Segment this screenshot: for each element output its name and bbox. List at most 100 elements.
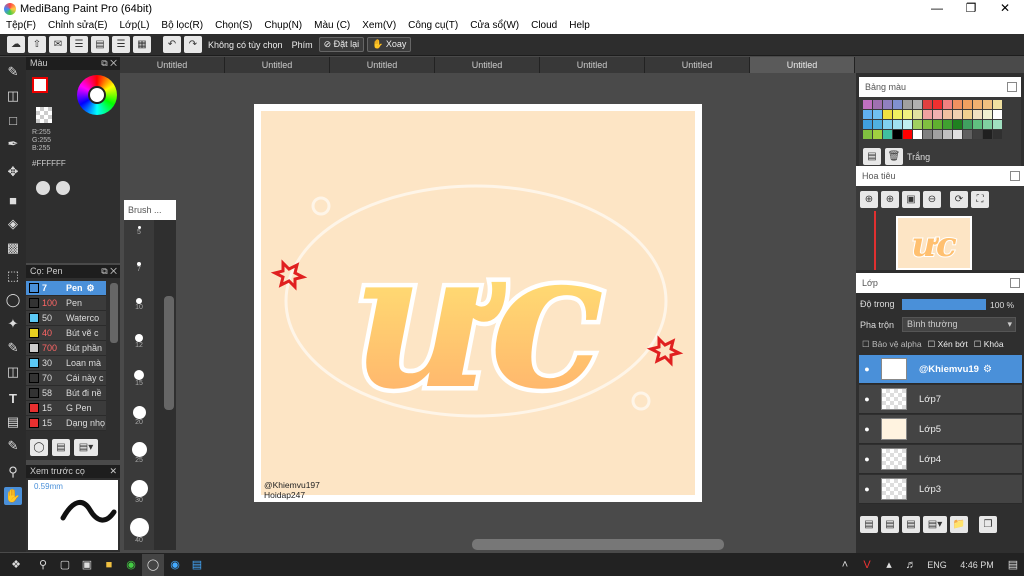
grid-icon[interactable]: ▦	[133, 36, 151, 53]
color-swatch[interactable]	[943, 130, 952, 139]
color-swatch[interactable]	[993, 100, 1002, 109]
color-swatch[interactable]	[863, 100, 872, 109]
zoom-in-icon[interactable]: ⊕	[881, 191, 899, 208]
color-swatch[interactable]	[933, 120, 942, 129]
menu-tools[interactable]: Công cụ(T)	[402, 20, 464, 31]
tab-document-active[interactable]: Untitled	[750, 57, 855, 73]
medibang-icon[interactable]: ◯	[142, 553, 164, 576]
color-swatch[interactable]	[943, 110, 952, 119]
photos-icon[interactable]: ▤	[186, 554, 208, 576]
color-swatch[interactable]	[963, 130, 972, 139]
color-swatch[interactable]	[973, 120, 982, 129]
upload-icon[interactable]: ⇧	[28, 36, 46, 53]
color-swatch[interactable]	[923, 100, 932, 109]
layer-row[interactable]: ● Lớp4	[859, 445, 1022, 474]
color-swatch[interactable]	[923, 120, 932, 129]
color-swatch[interactable]	[993, 130, 1002, 139]
close-icon[interactable]	[1007, 82, 1017, 92]
rotate-button[interactable]: ✋ Xoay	[367, 37, 412, 52]
brush-item[interactable]: 70 Cái này c	[26, 371, 106, 386]
new-halftone-layer-icon[interactable]: ▤	[881, 516, 899, 533]
color-swatch[interactable]	[863, 120, 872, 129]
color-swatch[interactable]	[963, 100, 972, 109]
rotate-icon[interactable]: ⟳	[950, 191, 968, 208]
brush-menu-icon[interactable]: ▤▾	[74, 439, 98, 456]
color-swatch[interactable]	[973, 100, 982, 109]
file-explorer-icon[interactable]: ■	[98, 554, 120, 576]
color-swatch[interactable]	[963, 120, 972, 129]
menu-file[interactable]: Tệp(F)	[0, 20, 42, 31]
tab-document[interactable]: Untitled	[330, 57, 435, 73]
color-swatch[interactable]	[893, 110, 902, 119]
color-swatch[interactable]	[913, 100, 922, 109]
message-icon[interactable]: ☰	[70, 36, 88, 53]
tab-document[interactable]: Untitled	[540, 57, 645, 73]
visibility-icon[interactable]: ●	[859, 424, 875, 434]
new-layer-icon[interactable]: ▤	[860, 516, 878, 533]
color-wheel-center[interactable]	[88, 86, 106, 104]
brush-item[interactable]: 30 Loan mà	[26, 356, 106, 371]
layer-row[interactable]: ● Lớp5	[859, 415, 1022, 444]
color-swatch[interactable]	[953, 130, 962, 139]
menu-window[interactable]: Cửa sổ(W)	[464, 20, 525, 31]
select-tool-icon[interactable]: ⬚	[4, 267, 22, 285]
cloud-icon[interactable]: ☁	[7, 36, 25, 53]
new-brush-icon[interactable]: ▤	[52, 439, 70, 456]
language-indicator[interactable]: ENG	[922, 554, 952, 576]
brush-tool-icon[interactable]: ✎	[4, 63, 22, 81]
brush-item[interactable]: 7 Pen ⚙	[26, 281, 106, 296]
color-swatch[interactable]	[883, 130, 892, 139]
navigator-thumbnail[interactable]: ưc	[896, 216, 972, 270]
color-swatch[interactable]	[873, 120, 882, 129]
color-swatch[interactable]	[883, 100, 892, 109]
undo-icon[interactable]: ↶	[163, 36, 181, 53]
brush-size-option[interactable]: 30	[124, 480, 154, 504]
close-icon[interactable]	[1010, 278, 1020, 288]
duplicate-layer-icon[interactable]: ❐	[979, 516, 997, 533]
color-swatch[interactable]	[923, 110, 932, 119]
color-swatch[interactable]	[973, 130, 982, 139]
tab-document[interactable]: Untitled	[120, 57, 225, 73]
select-eraser-tool-icon[interactable]: ◫	[4, 363, 22, 381]
add-brush-icon[interactable]: ◯	[30, 439, 48, 456]
fullscreen-icon[interactable]: ⛶	[971, 191, 989, 208]
eyedropper-tool-icon[interactable]: ⚲	[4, 463, 22, 481]
document-icon[interactable]: ▤	[91, 36, 109, 53]
brush-item[interactable]: 15 G Pen	[26, 401, 106, 416]
transparent-color-swatch[interactable]	[36, 107, 52, 123]
color-swatch[interactable]	[903, 120, 912, 129]
brush-size-option[interactable]: 20	[124, 406, 154, 426]
fit-icon[interactable]: ▣	[902, 191, 920, 208]
tab-document[interactable]: Untitled	[225, 57, 330, 73]
shape-tool-icon[interactable]: □	[4, 111, 22, 129]
close-icon[interactable]	[1010, 171, 1020, 181]
color-swatch[interactable]	[893, 120, 902, 129]
volume-icon[interactable]: ♬	[900, 554, 922, 576]
clock[interactable]: 4:46 PM	[952, 554, 1002, 576]
brush-size-option[interactable]: 40	[124, 518, 154, 544]
messenger-icon[interactable]: ◉	[164, 554, 186, 576]
color-swatch[interactable]	[863, 130, 872, 139]
brush-item[interactable]: 50 Waterco	[26, 311, 106, 326]
close-icon[interactable]: ⧉ ✕	[101, 265, 117, 278]
dot-tool-icon[interactable]: ✒	[4, 135, 22, 153]
color-swatch[interactable]	[903, 110, 912, 119]
brush-size-option[interactable]: 12	[124, 334, 154, 349]
palette-add-icon[interactable]	[56, 181, 70, 195]
visibility-icon[interactable]: ●	[859, 364, 875, 374]
color-swatch[interactable]	[983, 130, 992, 139]
close-icon[interactable]: ✕	[988, 0, 1022, 17]
brush-list-scrollbar[interactable]	[110, 283, 118, 343]
menu-layer[interactable]: Lớp(L)	[114, 20, 156, 31]
brush-item[interactable]: 15 Dạng nhọ	[26, 416, 106, 431]
list-icon[interactable]: ☰	[112, 36, 130, 53]
chrome-icon[interactable]: ◉	[120, 554, 142, 576]
color-swatch[interactable]	[893, 130, 902, 139]
color-swatch[interactable]	[883, 120, 892, 129]
foreground-color-swatch[interactable]	[32, 77, 48, 93]
menu-edit[interactable]: Chỉnh sửa(E)	[42, 20, 114, 31]
lock-checkbox[interactable]: ☐ Khóa	[974, 339, 1004, 350]
brush-size-scrollbar[interactable]	[164, 296, 174, 410]
minimize-icon[interactable]: —	[920, 0, 954, 17]
folder-icon[interactable]: 📁	[950, 516, 968, 533]
